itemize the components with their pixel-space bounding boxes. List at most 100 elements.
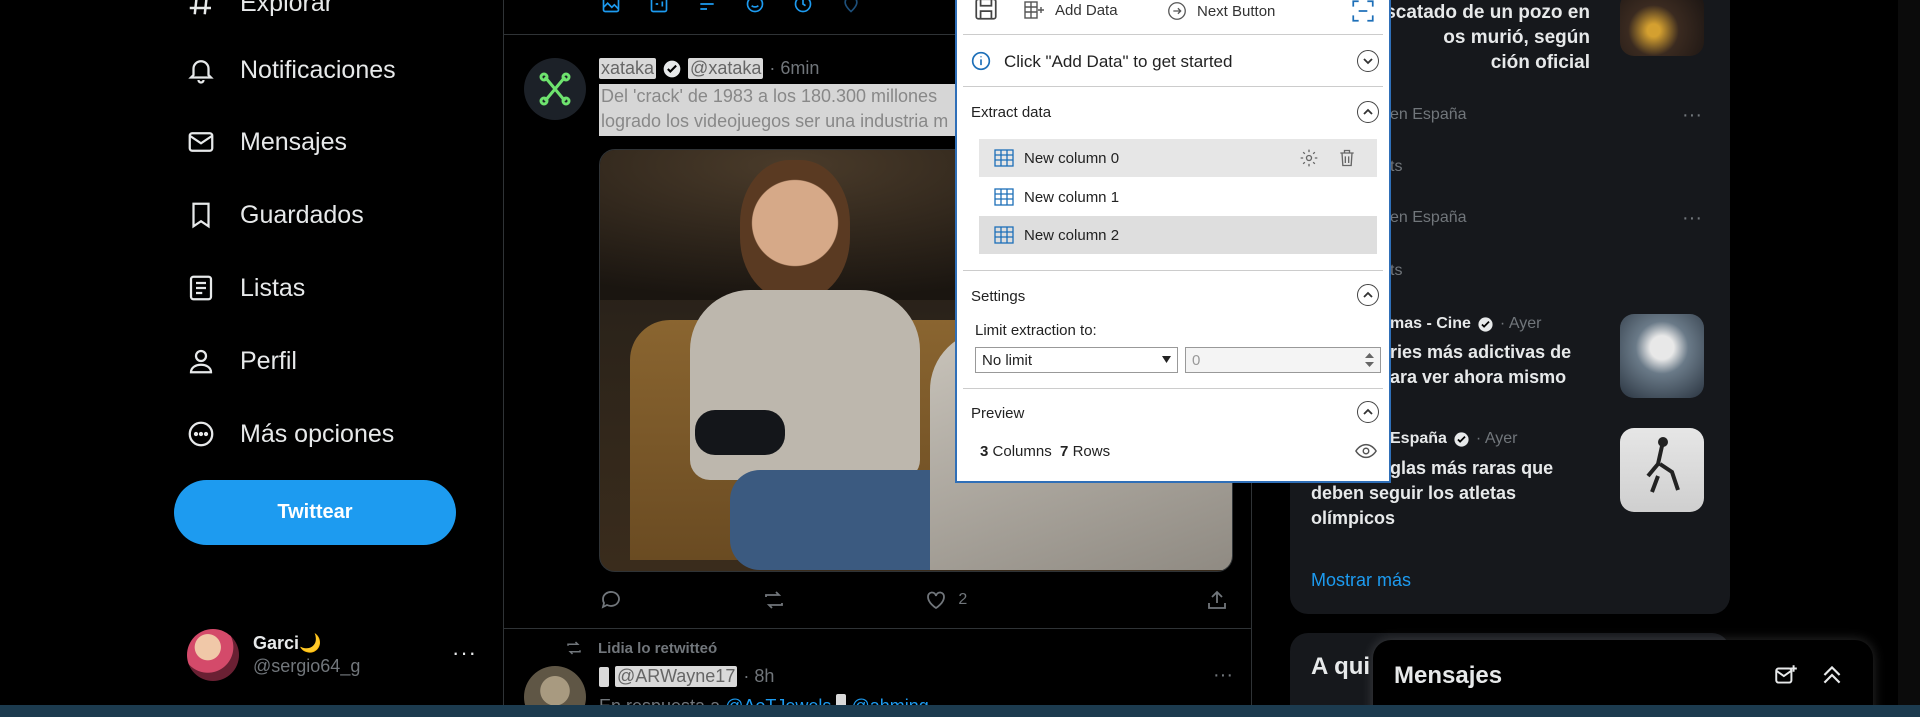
tweet-button[interactable]: Twittear [174,480,456,545]
tweet2-author-name[interactable] [599,666,609,687]
dropdown-arrow-icon [1162,356,1171,363]
news-thumbnail[interactable] [1620,0,1704,56]
who-to-follow-title: A qui [1311,653,1371,680]
preview-columns-label: Columns [992,443,1052,460]
account-more-icon[interactable]: ··· [452,640,477,666]
column-row-2[interactable]: New column 2 [979,216,1377,254]
nav-item-mensajes[interactable]: Mensajes [186,117,347,167]
limit-select[interactable]: No limit [975,347,1178,373]
gear-icon[interactable] [1299,148,1319,168]
trend-context: en España [1390,106,1467,123]
limit-number-value: 0 [1192,352,1201,369]
page-scrollbar[interactable] [1898,0,1920,717]
composer-toolbar [600,0,862,14]
nav-item-notificaciones[interactable]: Notificaciones [186,45,396,95]
add-data-button[interactable]: Add Data [1023,0,1118,20]
schedule-icon[interactable] [792,0,814,14]
select-element-icon[interactable] [1349,0,1377,24]
tweet2-author-handle[interactable]: @ARWayne17 [615,666,738,687]
nav-item-explorar[interactable]: Explorar [186,0,333,28]
expand-icon[interactable] [1819,662,1845,688]
share-icon[interactable] [1205,588,1229,612]
tweet2-more-icon[interactable]: ··· [1213,664,1233,687]
nav-item-label: Explorar [240,0,334,17]
news-title-line: ries más adictivas de [1390,342,1572,362]
tweet-author-handle[interactable]: @xataka [688,58,764,79]
hint-text: Click "Add Data" to get started [1004,52,1233,71]
retweet-context: Lidia lo retwitteó [564,639,717,657]
column-row-0[interactable]: New column 0 [979,139,1377,177]
news-3-header: España · Ayer [1390,430,1517,448]
stepper-icon[interactable] [1365,351,1374,369]
chevron-up-icon[interactable] [1357,284,1379,306]
nav-item-perfil[interactable]: Perfil [186,336,297,386]
chevron-down-icon[interactable] [1357,50,1379,72]
nav-item-label: Perfil [240,346,297,375]
column-row-1[interactable]: New column 1 [979,178,1377,216]
nav-item-guardados[interactable]: Guardados [186,190,364,240]
column-icon [994,149,1014,167]
taskbar [0,705,1920,717]
verified-icon [662,59,682,79]
tweet-header: xataka @xataka · 6min [599,58,819,79]
save-icon[interactable] [973,0,999,22]
tweet-text-line: Del 'crack' de 1983 a los 180.300 millon… [601,86,938,106]
news-thumbnail[interactable] [1620,428,1704,512]
tweet2-time[interactable]: · 8h [743,666,774,687]
trend-more-icon[interactable]: ··· [1682,207,1702,230]
news-source: España [1390,430,1447,447]
limit-label: Limit extraction to: [975,322,1097,339]
bell-icon [186,55,216,85]
like-button[interactable]: 2 [924,588,1067,612]
next-button-tool[interactable]: Next Button [1165,0,1275,22]
tweet-author-avatar[interactable] [524,58,586,120]
account-name: Garci🌙 [253,633,322,653]
verified-icon [1453,431,1470,448]
envelope-icon [186,127,216,157]
avatar [187,629,239,681]
messages-dock-title: Mensajes [1394,662,1503,689]
next-button-icon [1165,0,1189,22]
trend-count: ts [1390,262,1403,279]
tweet-author-name[interactable]: xataka [599,58,657,79]
eye-icon[interactable] [1355,442,1377,460]
chevron-up-icon[interactable] [1357,101,1379,123]
trend-more-icon[interactable]: ··· [1682,104,1702,127]
nav-item-label: Mensajes [240,127,347,156]
nav-item-listas[interactable]: Listas [186,263,305,313]
tweet-text: Del 'crack' de 1983 a los 180.300 millon… [599,84,979,136]
nav-item-mas-opciones[interactable]: Más opciones [186,409,394,459]
retweet-icon[interactable] [761,588,787,612]
news-2-title[interactable]: ries más adictivas de ara ver ahora mism… [1390,340,1571,390]
delete-icon[interactable] [1337,148,1357,168]
column-icon [994,226,1014,244]
news-title-line: deben seguir los atletas [1311,483,1517,503]
extraction-panel: Add Data Next Button Click "Add Data" to… [955,0,1391,483]
news-thumbnail[interactable] [1620,314,1704,398]
chevron-up-icon[interactable] [1357,401,1379,423]
limit-number-input[interactable]: 0 [1185,347,1381,373]
reply-icon[interactable] [599,588,623,612]
trend-context: en España [1390,209,1467,226]
tweet-text-line: logrado los videojuegos ser una industri… [601,111,949,131]
account-switcher[interactable]: Garci🌙 @sergio64_g ··· [187,625,477,685]
new-message-icon[interactable] [1773,662,1799,688]
preview-rows-count: 7 [1060,443,1069,460]
xataka-logo-icon [539,72,571,106]
tweet-actions: 2 [599,588,1229,612]
tweet-time[interactable]: · 6min [769,58,819,79]
account-handle: @sergio64_g [253,656,361,676]
media-icon[interactable] [600,0,622,14]
emoji-icon[interactable] [744,0,766,14]
settings-title: Settings [971,288,1026,305]
show-more-link[interactable]: Mostrar más [1311,570,1411,591]
image-controller [695,410,785,455]
location-icon[interactable] [840,0,862,14]
retweet-label[interactable]: Lidia lo retwitteó [598,640,717,657]
like-count: 2 [958,591,968,608]
gif-icon[interactable] [648,0,670,14]
next-button-label: Next Button [1197,2,1276,20]
poll-icon[interactable] [696,0,718,14]
left-navigation: Explorar Notificaciones Mensajes Guardad… [0,0,503,717]
info-icon [971,51,991,71]
